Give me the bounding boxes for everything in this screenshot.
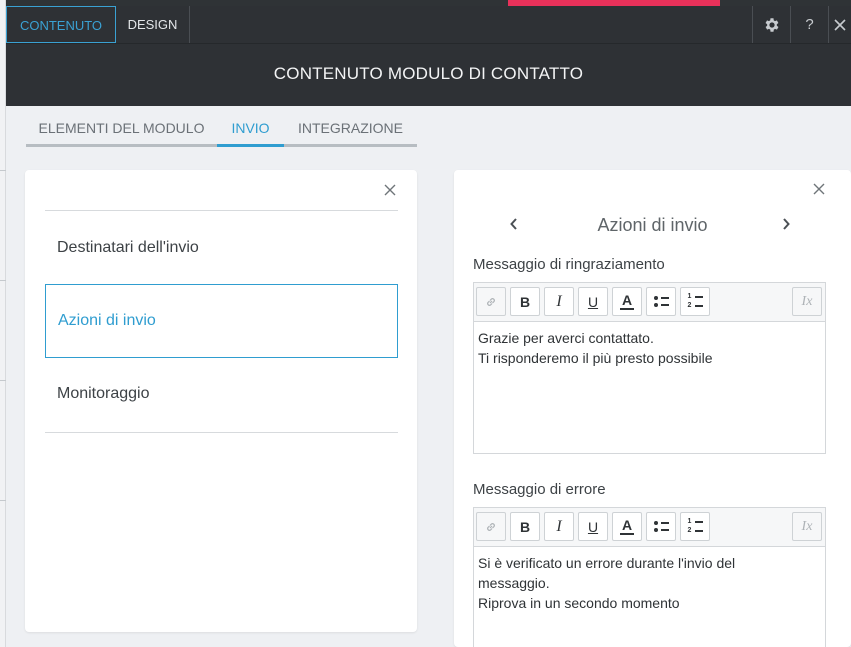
bulleted-list-button[interactable]: [646, 512, 676, 541]
text-color-button[interactable]: A: [612, 512, 642, 541]
thank-you-text-area[interactable]: Grazie per averci contattato. Ti rispond…: [474, 322, 825, 374]
close-icon: [813, 183, 825, 195]
error-editor: B I U A 1 2 Ix Si è verificato un errore…: [473, 507, 826, 647]
text-line: messaggio.: [478, 575, 550, 591]
underline-button[interactable]: U: [578, 287, 608, 316]
tab-contenuto[interactable]: CONTENUTO: [6, 6, 116, 43]
close-right-panel-button[interactable]: [812, 183, 826, 197]
close-modal-button[interactable]: [828, 6, 851, 43]
text-line: Riprova in un secondo momento: [478, 595, 680, 611]
italic-button[interactable]: I: [544, 512, 574, 541]
bulleted-list-button[interactable]: [646, 287, 676, 316]
clear-format-button[interactable]: Ix: [792, 512, 822, 541]
bold-button[interactable]: B: [510, 287, 540, 316]
chevron-right-icon: [783, 218, 790, 230]
bulleted-list-icon: [653, 521, 669, 532]
error-label: Messaggio di errore: [473, 481, 606, 498]
bulleted-list-icon: [653, 296, 669, 307]
text-color-icon: A: [620, 291, 634, 310]
list-item-monitoraggio[interactable]: Monitoraggio: [45, 378, 398, 410]
divider: [45, 432, 398, 433]
right-panel: Azioni di invio Messaggio di ringraziame…: [454, 170, 851, 647]
next-section-button[interactable]: [779, 214, 793, 235]
text-color-button[interactable]: A: [612, 287, 642, 316]
list-item-azioni-di-invio[interactable]: Azioni di invio: [45, 284, 398, 358]
link-icon: [487, 522, 495, 531]
tab-integrazione[interactable]: INTEGRAZIONE: [284, 118, 417, 144]
numbered-list-button[interactable]: 1 2: [680, 512, 710, 541]
modal-topbar: CONTENUTO DESIGN ?: [6, 6, 851, 44]
text-line: Grazie per averci contattato.: [478, 330, 654, 346]
gear-icon: [765, 17, 778, 32]
error-text-area[interactable]: Si è verificato un errore durante l'invi…: [474, 547, 825, 619]
close-left-panel-button[interactable]: [383, 184, 397, 198]
tab-elementi-del-modulo[interactable]: ELEMENTI DEL MODULO: [26, 118, 217, 144]
list-item-destinatari[interactable]: Destinatari dell'invio: [45, 232, 398, 264]
settings-button[interactable]: [752, 6, 790, 43]
clear-format-button[interactable]: Ix: [792, 287, 822, 316]
link-button[interactable]: [476, 287, 506, 316]
subtabs: ELEMENTI DEL MODULO INVIO INTEGRAZIONE: [26, 118, 417, 147]
divider: [45, 210, 398, 211]
numbered-list-icon: 1 2: [688, 518, 703, 534]
text-line: Ti risponderemo il più presto possibile: [478, 350, 713, 366]
left-panel: Destinatari dell'invio Azioni di invio M…: [25, 170, 417, 632]
numbered-list-icon: 1 2: [688, 293, 703, 309]
underline-button[interactable]: U: [578, 512, 608, 541]
link-button[interactable]: [476, 512, 506, 541]
help-button[interactable]: ?: [790, 6, 828, 43]
page-title: CONTENUTO MODULO DI CONTATTO: [273, 64, 584, 83]
modal-content: ELEMENTI DEL MODULO INVIO INTEGRAZIONE D…: [6, 106, 851, 647]
modal-header: CONTENUTO MODULO DI CONTATTO: [6, 44, 851, 106]
close-icon: [384, 184, 396, 196]
text-line: Si è verificato un errore durante l'invi…: [478, 555, 736, 571]
editor-toolbar: B I U A 1 2 Ix: [474, 283, 825, 322]
tab-design[interactable]: DESIGN: [116, 6, 190, 43]
editor-toolbar: B I U A 1 2 Ix: [474, 508, 825, 547]
link-icon: [487, 297, 495, 306]
bold-button[interactable]: B: [510, 512, 540, 541]
thank-you-label: Messaggio di ringraziamento: [473, 256, 665, 273]
tab-invio[interactable]: INVIO: [217, 118, 284, 147]
italic-button[interactable]: I: [544, 287, 574, 316]
numbered-list-button[interactable]: 1 2: [680, 287, 710, 316]
thank-you-editor: B I U A 1 2 Ix Grazie per averci contatt…: [473, 282, 826, 454]
close-icon: [834, 18, 846, 31]
text-color-icon: A: [620, 516, 634, 535]
